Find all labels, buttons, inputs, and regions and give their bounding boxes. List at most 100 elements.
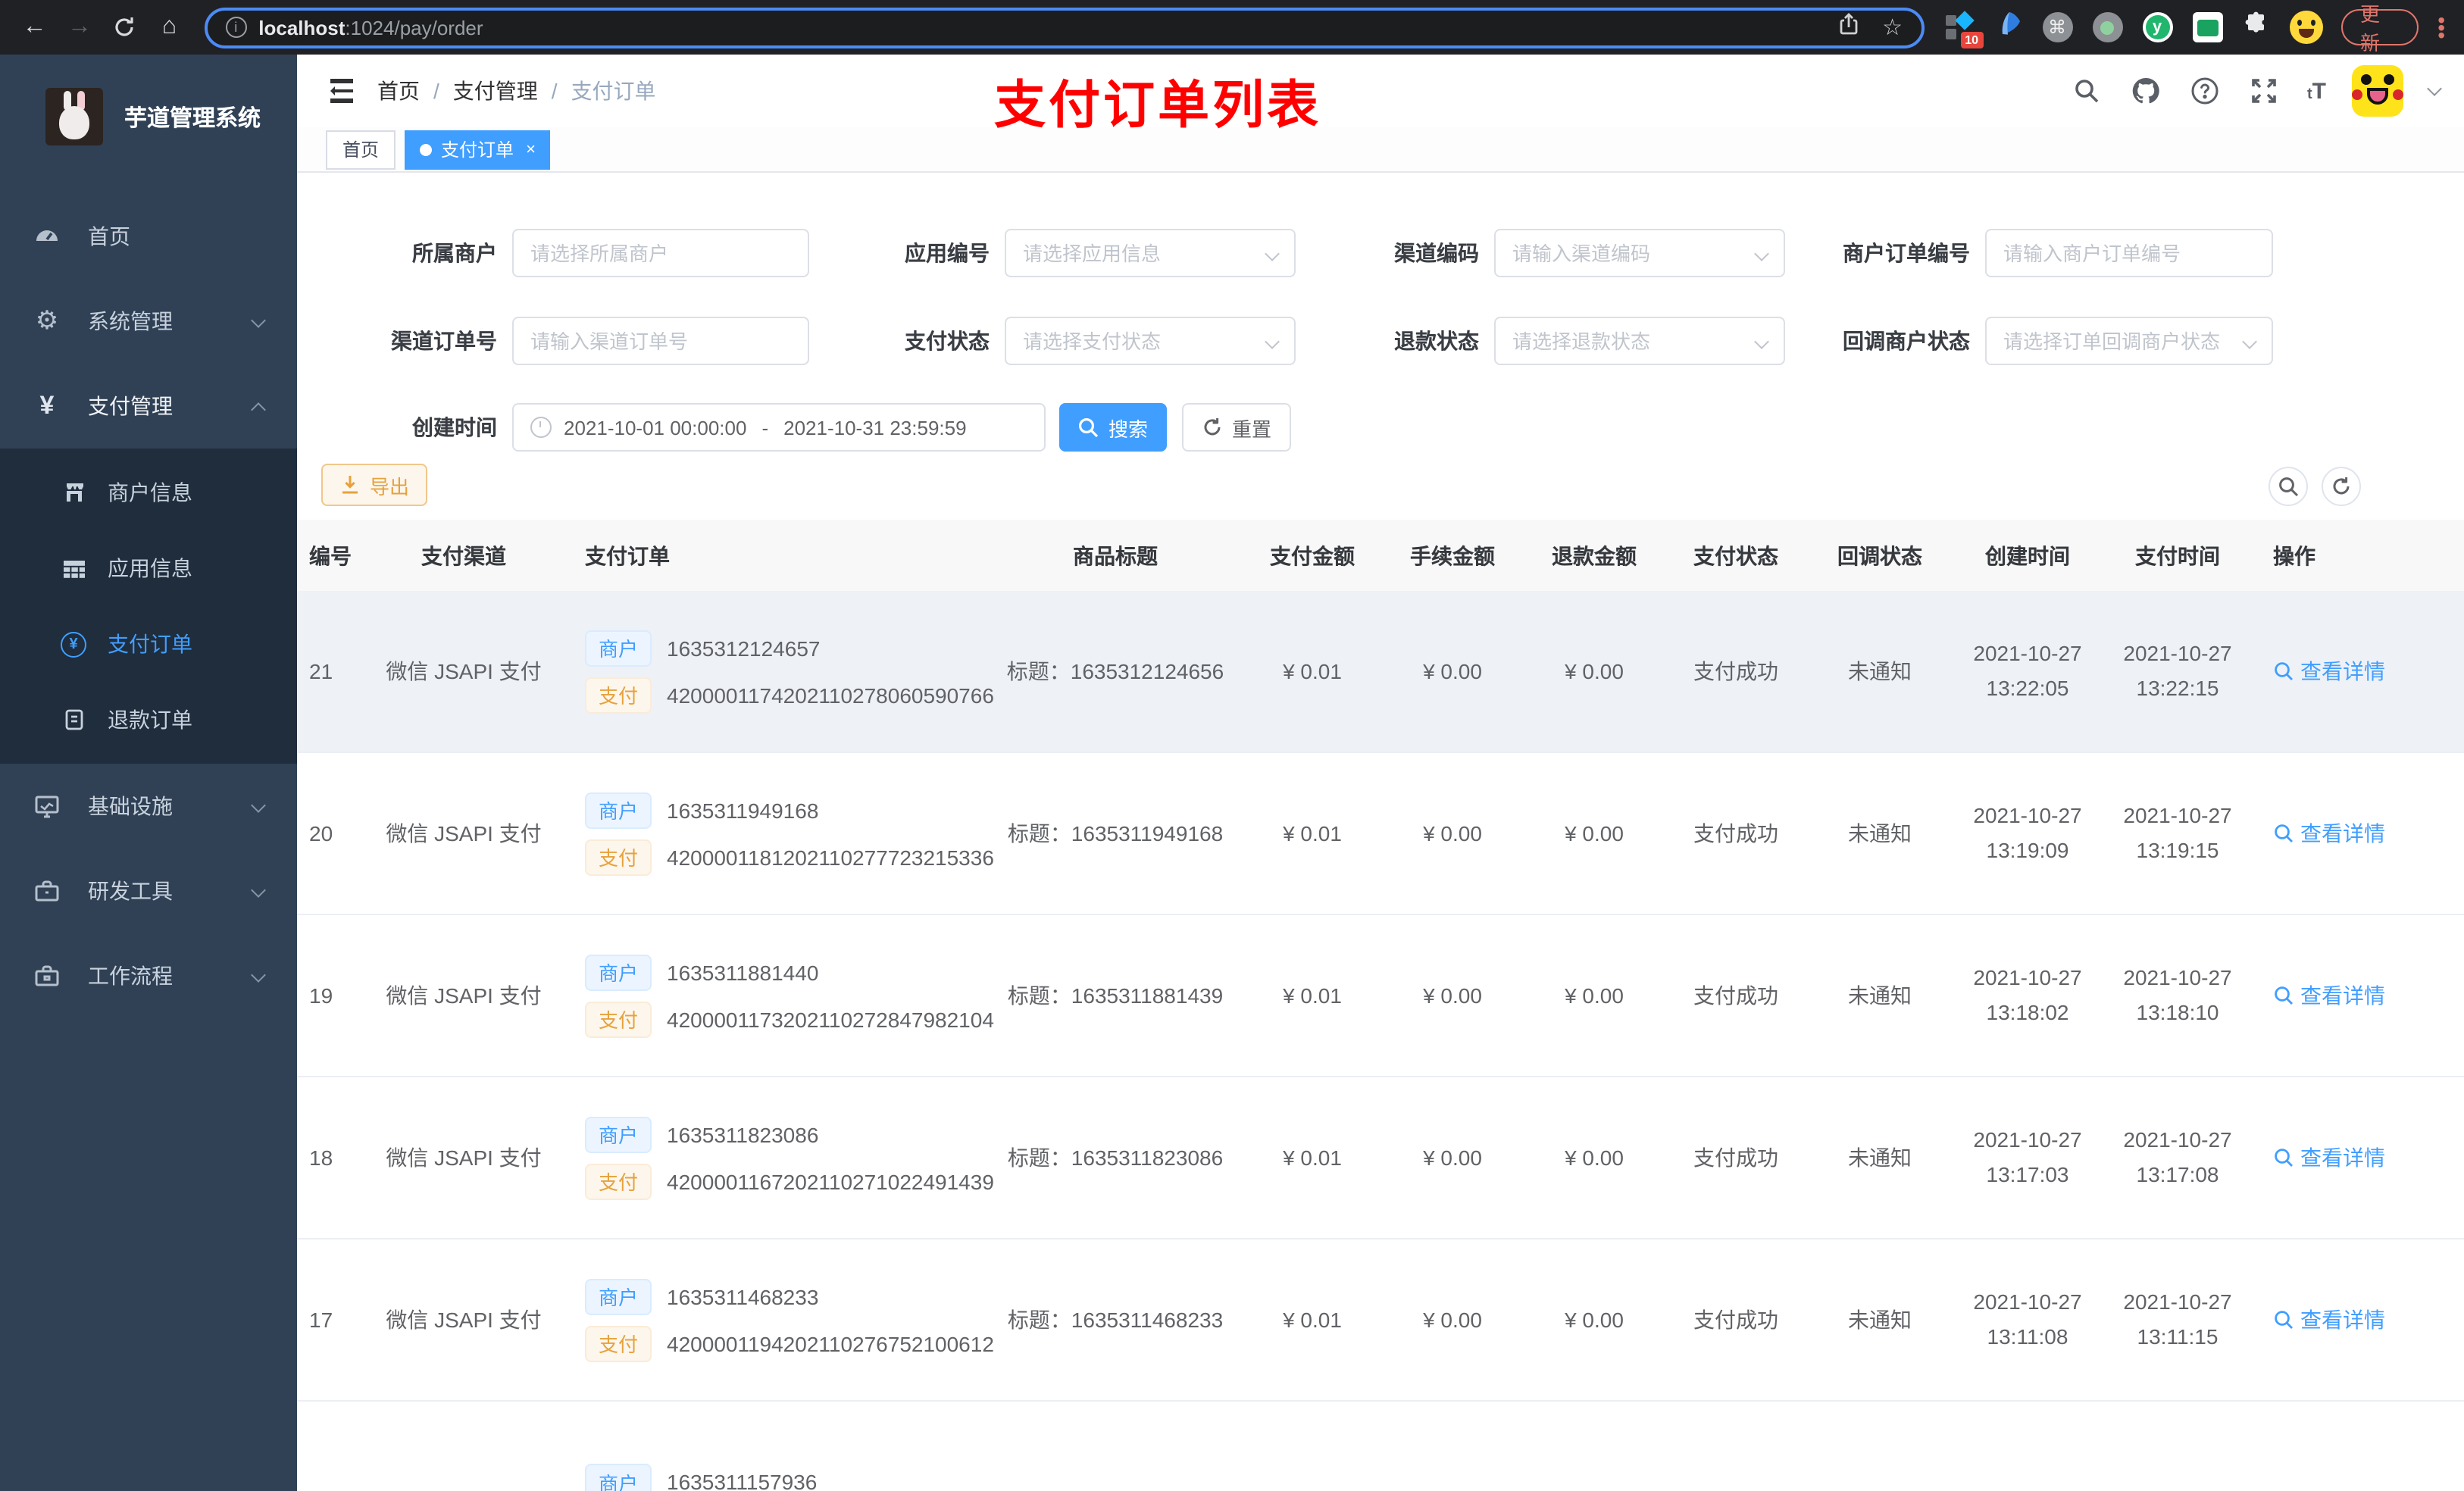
table-row[interactable]: 商户 1635311157936 <box>297 1402 2464 1491</box>
back-icon[interactable]: ← <box>15 8 54 47</box>
view-detail-link[interactable]: 查看详情 <box>2273 1142 2385 1173</box>
chat-extension-icon[interactable] <box>2192 12 2222 42</box>
extensions-area: 10 ⌘ y <box>1945 10 2322 48</box>
sidebar-item-payment[interactable]: ¥ 支付管理 <box>0 364 297 449</box>
table-row[interactable]: 18 微信 JSAPI 支付 商户 1635311823086 支付 4200001… <box>297 1077 2464 1239</box>
fullscreen-icon[interactable] <box>2248 74 2281 108</box>
browser-menu-icon[interactable]: • • • <box>2434 8 2449 45</box>
filter-label-channel-code: 渠道编码 <box>1394 241 1479 265</box>
search-button[interactable]: 搜索 <box>1059 403 1167 452</box>
collapse-sidebar-icon[interactable] <box>326 79 353 103</box>
notify-status-select[interactable] <box>1985 317 2273 365</box>
col-header-fee: 手续金额 <box>1410 543 1495 567</box>
help-icon[interactable] <box>2189 74 2222 108</box>
view-detail-link[interactable]: 查看详情 <box>2273 656 2385 686</box>
sidebar-item-home[interactable]: 首页 <box>0 194 297 279</box>
bookmark-star-icon[interactable]: ☆ <box>1882 14 1903 41</box>
tags-view-bar: 首页 支付订单 × <box>297 127 2464 173</box>
sidebar-item-workflow[interactable]: 工作流程 <box>0 933 297 1018</box>
view-detail-link[interactable]: 查看详情 <box>2273 1305 2385 1335</box>
green-dot-extension-icon[interactable] <box>2092 12 2122 42</box>
avatar-caret-icon[interactable] <box>2427 81 2442 96</box>
tag-pay-order[interactable]: 支付订单 × <box>405 130 551 169</box>
table-row[interactable]: 20 微信 JSAPI 支付 商户 1635311949168 支付 4200001… <box>297 753 2464 915</box>
table-grid-icon <box>61 555 86 581</box>
reload-icon[interactable] <box>105 8 144 47</box>
channel-code-select[interactable] <box>1494 229 1785 277</box>
url-bar[interactable]: i localhost:1024/pay/order ☆ <box>204 7 1924 48</box>
merchant-tag: 商户 <box>585 1464 652 1491</box>
spinnaker-icon[interactable] <box>1995 10 2022 45</box>
breadcrumb: 首页 / 支付管理 / 支付订单 <box>377 76 656 106</box>
sidebar-item-label: 支付订单 <box>108 632 192 656</box>
breadcrumb-payment[interactable]: 支付管理 <box>453 76 538 106</box>
range-end[interactable]: 2021-10-31 23:59:59 <box>783 416 966 439</box>
filter-label-merchant: 所属商户 <box>412 241 497 265</box>
url-host: localhost <box>258 16 346 39</box>
app-logo-row[interactable]: 芋道管理系统 <box>0 55 297 173</box>
y-extension-icon[interactable]: y <box>2142 12 2172 42</box>
puzzle-extensions-icon[interactable] <box>2242 10 2269 45</box>
browser-chrome: ← → ⌂ i localhost:1024/pay/order ☆ 10 ⌘… <box>0 0 2464 55</box>
browser-update-button[interactable]: 更新 <box>2340 3 2419 55</box>
refresh-table-button[interactable] <box>2322 467 2361 506</box>
tag-home[interactable]: 首页 <box>326 130 396 169</box>
breadcrumb-home[interactable]: 首页 <box>377 76 420 106</box>
pay-status: 支付成功 <box>1693 983 1778 1008</box>
site-info-icon[interactable]: i <box>225 17 247 38</box>
toolbox-icon <box>33 877 61 905</box>
sidebar-item-devtools[interactable]: 研发工具 <box>0 849 297 933</box>
page-content: 所属商户 应用编号 渠道编码 商户订单编号 渠道订单号 <box>297 173 2464 1491</box>
extension-badge-icon[interactable]: 10 <box>1945 11 1983 48</box>
sidebar-item-infra[interactable]: 基础设施 <box>0 764 297 849</box>
sidebar-item-label: 退款订单 <box>108 708 192 732</box>
notify-status: 未通知 <box>1848 659 1912 683</box>
table-row[interactable]: 21 微信 JSAPI 支付 商户 1635312124657 支付 4200001… <box>297 591 2464 753</box>
table-row[interactable]: 17 微信 JSAPI 支付 商户 1635311468233 支付 4200001… <box>297 1239 2464 1402</box>
user-avatar[interactable] <box>2352 65 2403 117</box>
view-detail-link[interactable]: 查看详情 <box>2273 818 2385 849</box>
reset-button[interactable]: 重置 <box>1182 403 1291 452</box>
table-row[interactable]: 19 微信 JSAPI 支付 商户 1635311881440 支付 4200001… <box>297 915 2464 1077</box>
font-size-icon[interactable]: tT <box>2307 78 2326 104</box>
create-time-range-input[interactable]: 2021-10-01 00:00:00 - 2021-10-31 23:59:5… <box>512 403 1046 452</box>
merchant-tag: 商户 <box>585 1278 652 1314</box>
merchant-input[interactable] <box>512 229 809 277</box>
forward-icon[interactable]: → <box>60 8 98 47</box>
sidebar-item-pay-order[interactable]: ¥ 支付订单 <box>0 606 297 682</box>
channel-order-input[interactable] <box>512 317 809 365</box>
notify-status: 未通知 <box>1848 983 1912 1008</box>
col-header-pay-time: 支付时间 <box>2135 543 2220 567</box>
gear-icon: ⚙ <box>35 306 59 335</box>
app-select[interactable] <box>1005 229 1296 277</box>
command-extension-icon[interactable]: ⌘ <box>2042 12 2072 42</box>
view-detail-link[interactable]: 查看详情 <box>2273 980 2385 1011</box>
export-button[interactable]: 导出 <box>321 464 427 506</box>
briefcase-icon <box>33 962 61 989</box>
sidebar-item-app-info[interactable]: 应用信息 <box>0 530 297 606</box>
share-icon[interactable] <box>1837 11 1861 43</box>
pay-status-select[interactable] <box>1005 317 1296 365</box>
sidebar-item-label: 工作流程 <box>88 964 173 988</box>
sidebar-item-system[interactable]: ⚙ 系统管理 <box>0 279 297 364</box>
sidebar-item-refund-order[interactable]: 退款订单 <box>0 682 297 758</box>
yen-icon: ¥ <box>39 391 55 420</box>
profile-emoji-icon[interactable] <box>2289 11 2322 44</box>
chevron-down-icon <box>251 798 266 813</box>
search-icon[interactable] <box>2071 74 2104 108</box>
col-header-title: 商品标题 <box>1073 543 1158 567</box>
sidebar: 芋道管理系统 首页 ⚙ 系统管理 ¥ 支付管理 商户信息 应用信息 ¥ 支付订单… <box>0 55 297 1491</box>
refund-status-select[interactable] <box>1494 317 1785 365</box>
app-title: 芋道管理系统 <box>124 105 261 131</box>
sidebar-item-label: 基础设施 <box>88 794 173 818</box>
col-header-id: 编号 <box>309 543 352 567</box>
range-start[interactable]: 2021-10-01 00:00:00 <box>564 416 746 439</box>
chevron-up-icon <box>251 402 266 417</box>
home-icon[interactable]: ⌂ <box>150 8 189 47</box>
merchant-order-input[interactable] <box>1985 229 2273 277</box>
sidebar-item-merchant-info[interactable]: 商户信息 <box>0 455 297 530</box>
app-logo-rabbit <box>45 88 103 145</box>
github-icon[interactable] <box>2130 74 2163 108</box>
close-tab-icon[interactable]: × <box>526 140 536 158</box>
toggle-search-button[interactable] <box>2269 467 2308 506</box>
